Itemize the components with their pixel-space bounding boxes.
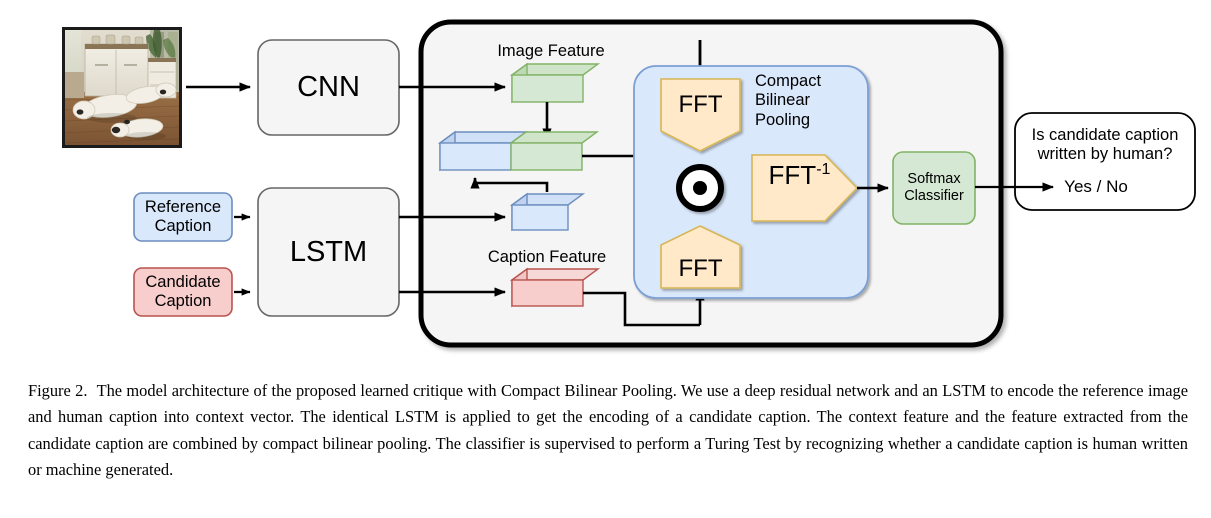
output-question-line2: written by human? [1037,145,1173,163]
image-feature-label: Image Feature [497,42,604,60]
candidate-caption-line2: Caption [154,292,212,310]
inverse-fft-label: FFT -1 [752,160,847,216]
output-answer-label: Yes / No [1064,177,1128,196]
reference-image [62,27,182,148]
softmax-line2: Classifier [904,188,964,204]
pooling-title-line2: Bilinear [755,91,811,110]
figure-caption-text: The model architecture of the proposed l… [28,381,1188,480]
reference-caption-label: Reference Caption [134,193,232,241]
softmax-classifier-box[interactable]: Softmax Classifier [892,151,976,225]
output-question-label: Is candidate caption written by human? [1020,121,1190,169]
reference-caption-line1: Reference [144,197,222,216]
figure-caption-block: Figure 2. The model architecture of the … [28,378,1188,484]
figure-caption: Figure 2. The model architecture of the … [28,378,1188,484]
softmax-classifier-label: Softmax Classifier [893,152,975,224]
caption-feature-label: Caption Feature [488,248,606,266]
inverse-fft-superscript: -1 [816,161,831,178]
pooling-title-line1: Compact [755,72,822,90]
lstm-encoder-box[interactable]: LSTM [257,187,400,317]
candidate-caption-label: Candidate Caption [134,268,232,316]
candidate-caption-line1: Candidate [145,272,221,291]
pooling-title: Compact Bilinear Pooling [755,72,863,148]
figure-diagram: CNN Reference Caption Candidate Caption … [0,0,1211,372]
lstm-label: LSTM [289,235,368,268]
inverse-fft-base: FFT [768,160,817,190]
fft-bottom-label: FFT [678,254,723,282]
output-question-box: Is candidate caption written by human? Y… [1014,112,1196,211]
elementwise-product-icon [676,164,724,212]
cnn-label: CNN [297,71,360,104]
figure-caption-label: Figure 2. [28,381,88,400]
pooling-title-line3: Pooling [755,110,811,129]
output-question-line1: Is candidate caption [1031,125,1179,144]
reference-caption-line2: Caption [154,217,212,235]
softmax-line1: Softmax [907,170,961,187]
cnn-encoder-box[interactable]: CNN [257,39,400,136]
context-vector-box [437,130,600,172]
reference-caption-chip[interactable]: Reference Caption [133,192,233,242]
candidate-caption-chip[interactable]: Candidate Caption [133,267,233,317]
fft-top-label: FFT [678,90,723,118]
